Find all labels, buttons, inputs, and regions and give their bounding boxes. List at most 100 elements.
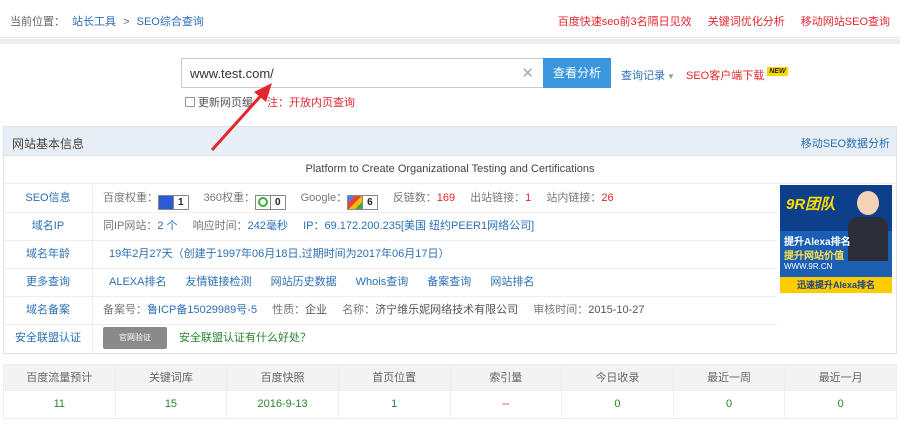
ad-bottom-text: 迅速提升Alexa排名 — [780, 277, 892, 293]
domain-record-label[interactable]: 域名备案 — [4, 297, 93, 324]
client-download-label: SEO客户端下载 — [686, 70, 765, 82]
stats-header: 关键词库 — [116, 365, 228, 390]
top-links: 百度快速seo前3名隔日见效 关键词优化分析 移动网站SEO查询 — [545, 13, 890, 29]
refresh-cache-checkbox[interactable] — [185, 97, 195, 107]
top-link-baidu-seo[interactable]: 百度快速seo前3名隔日见效 — [558, 16, 692, 28]
top-link-keyword-analysis[interactable]: 关键词优化分析 — [708, 16, 785, 28]
clear-icon[interactable]: ✕ — [521, 64, 534, 82]
baidu-paw-icon — [159, 196, 173, 209]
domain-ip-row: 域名IP 同IP网站：2 个 响应时间：242毫秒 IP：69.172.200.… — [4, 213, 777, 241]
breadcrumb-home[interactable]: 站长工具 — [72, 16, 116, 28]
ad-line-2: 提升网站价值 — [784, 251, 844, 262]
breadcrumb-prefix: 当前位置： — [10, 16, 65, 28]
breadcrumb: 当前位置： 站长工具 > SEO综合查询 — [10, 13, 204, 29]
client-download-link[interactable]: SEO客户端下载 NEW — [686, 67, 788, 83]
s360-weight-value: 0 — [269, 196, 285, 209]
top-link-mobile-seo[interactable]: 移动网站SEO查询 — [801, 16, 890, 28]
stats-value[interactable]: 1 — [339, 391, 451, 418]
record-name-value: 济宁维乐妮网络技术有限公司 — [375, 304, 519, 316]
query-history-label: 查询记录 — [621, 70, 665, 82]
top-bar: 当前位置： 站长工具 > SEO综合查询 百度快速seo前3名隔日见效 关键词优… — [0, 0, 900, 38]
safety-benefit-link[interactable]: 安全联盟认证有什么好处？ — [179, 332, 311, 344]
google-label: Google： — [300, 192, 348, 204]
search-box: ✕ — [181, 58, 544, 88]
record-time-label: 审核时间： — [533, 304, 589, 316]
same-ip-label: 同IP网站： — [103, 220, 158, 232]
record-name-label: 名称： — [342, 304, 376, 316]
s360-weight-label: 360权重： — [203, 192, 255, 204]
inlinks-value[interactable]: 26 — [601, 192, 613, 204]
record-type-value: 企业 — [305, 304, 328, 316]
panel-title: 网站基本信息 — [12, 137, 85, 151]
s360-weight-badge[interactable]: 0 — [254, 195, 286, 210]
stats-value-row: 11 15 2016-9-13 1 -- 0 0 0 — [4, 391, 896, 418]
ad-banner[interactable]: 9R团队 提升Alexa排名 提升网站价值 WWW.9R.CN 迅速提升Alex… — [780, 185, 892, 293]
stats-header: 最近一周 — [674, 365, 786, 390]
stats-value[interactable]: -- — [451, 391, 563, 418]
stats-header: 最近一月 — [818, 372, 863, 384]
google-pr-badge[interactable]: 6 — [347, 195, 378, 210]
stats-header: 百度流量预计 — [4, 365, 116, 390]
stats-value[interactable]: 0 — [674, 391, 786, 418]
google-pr-value: 6 — [362, 196, 377, 209]
divider — [0, 39, 900, 44]
backlinks-value[interactable]: 169 — [437, 192, 455, 204]
inlinks-label: 站内链接： — [546, 192, 602, 204]
safety-label[interactable]: 安全联盟认证 — [4, 325, 93, 353]
safety-badge[interactable]: 官网验证 — [103, 327, 167, 350]
stats-value[interactable]: 0 — [785, 391, 896, 418]
ad-url: WWW.9R.CN — [784, 262, 833, 271]
analyze-button[interactable]: 查看分析 — [543, 58, 611, 88]
baidu-weight-label: 百度权重： — [103, 192, 158, 204]
site-title: Platform to Create Organizational Testin… — [4, 156, 896, 184]
s360-icon — [255, 196, 270, 209]
same-ip-value[interactable]: 2 个 — [157, 220, 177, 232]
baidu-weight-value: 1 — [173, 196, 188, 209]
more-queries-row: 更多查询 ALEXA排名 友情链接检测 网站历史数据 Whois查询 备案查询 … — [4, 269, 777, 297]
alexa-rank-link[interactable]: ALEXA排名 — [109, 276, 166, 288]
domain-record-row: 域名备案 备案号：鲁ICP备15029989号-5 性质：企业 名称：济宁维乐妮… — [4, 297, 777, 325]
backlinks-label: 反链数： — [392, 192, 437, 204]
seo-info-label[interactable]: SEO信息 — [4, 185, 93, 212]
stats-header: 今日收录 — [562, 365, 674, 390]
more-queries-label[interactable]: 更多查询 — [4, 269, 93, 296]
whois-link[interactable]: Whois查询 — [356, 276, 409, 288]
outlinks-label: 出站链接： — [470, 192, 526, 204]
domain-ip-label[interactable]: 域名IP — [4, 213, 93, 240]
record-time-value: 2015-10-27 — [588, 304, 645, 316]
friend-link-check-link[interactable]: 友情链接检测 — [186, 276, 252, 288]
record-query-link[interactable]: 备案查询 — [427, 276, 471, 288]
query-history-link[interactable]: 查询记录 ▼ — [621, 67, 675, 83]
seo-info-row: SEO信息 百度权重： 1 360权重： 0 Google： 6 反链数：169 出站… — [4, 185, 777, 213]
ad-person-image — [848, 191, 888, 261]
caret-down-icon: ▼ — [667, 72, 675, 81]
record-no-label: 备案号： — [103, 304, 147, 316]
search-input[interactable] — [182, 59, 512, 87]
domain-age-row: 域名年龄 19年2月27天（创建于1997年06月18日,过期时间为2017年0… — [4, 241, 777, 269]
stats-value[interactable]: 2016-9-13 — [227, 391, 339, 418]
mobile-seo-link[interactable]: 移动SEO数据分析 — [801, 135, 890, 151]
stats-value[interactable]: 15 — [116, 391, 228, 418]
baidu-weight-badge[interactable]: 1 — [158, 195, 189, 210]
history-data-link[interactable]: 网站历史数据 — [271, 276, 337, 288]
panel-header: 网站基本信息 移动SEO数据分析 — [4, 127, 896, 156]
stats-header-row: 百度流量预计 关键词库 百度快照 首页位置 索引量 今日收录 最近一周 最近一月 — [4, 365, 896, 391]
record-no-value[interactable]: 鲁ICP备15029989号-5 — [147, 304, 257, 316]
ip-address-link[interactable]: IP：69.172.200.235[美国 纽约PEER1网络公司] — [303, 220, 534, 232]
site-rank-link[interactable]: 网站排名 — [490, 276, 534, 288]
ad-logo: 9R团队 — [786, 196, 836, 213]
stats-value[interactable]: 11 — [4, 391, 116, 418]
stats-table: 百度流量预计 关键词库 百度快照 首页位置 索引量 今日收录 最近一周 最近一月… — [3, 364, 897, 419]
outlinks-value[interactable]: 1 — [525, 192, 531, 204]
stats-header: 百度快照 — [227, 365, 339, 390]
refresh-cache-label: 更新网页缓 — [198, 97, 253, 109]
safety-row: 安全联盟认证 官网验证 安全联盟认证有什么好处？ — [4, 325, 896, 353]
stats-header: 索引量 — [451, 365, 563, 390]
stats-value[interactable]: 0 — [562, 391, 674, 418]
inner-page-note: 注：开放内页查询 — [267, 97, 355, 109]
response-time-label: 响应时间： — [192, 220, 248, 232]
domain-age-value[interactable]: 19年2月27天（创建于1997年06月18日,过期时间为2017年06月17日… — [109, 248, 450, 260]
domain-age-label[interactable]: 域名年龄 — [4, 241, 93, 268]
breadcrumb-current[interactable]: SEO综合查询 — [137, 16, 204, 28]
site-info-panel: 网站基本信息 移动SEO数据分析 Platform to Create Orga… — [3, 126, 897, 354]
